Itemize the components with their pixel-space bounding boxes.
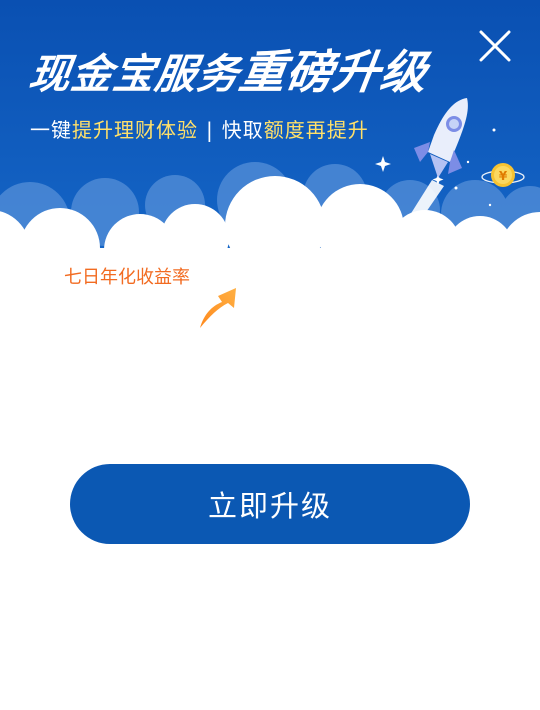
dialog-subtitle: 一键提升理财体验 | 快取额度再提升 (30, 114, 369, 143)
dialog-title: 现金宝服务重磅升级 (25, 36, 432, 102)
subtitle-prefix: 一键 (30, 118, 72, 142)
yuan-coin-icon: ¥ (481, 163, 525, 187)
upgrade-dialog: ¥ 现金宝服务重磅升级 一键提升理财体验 | 快取额度再提升 七日年化收益率 立即升… (0, 0, 540, 710)
seven-day-yield-label: 七日年化收益率 (64, 267, 190, 288)
svg-text:¥: ¥ (499, 169, 508, 183)
rocket-icon (410, 98, 468, 218)
arrow-up-icon (200, 288, 236, 328)
upgrade-now-button[interactable]: 立即升级 (70, 464, 470, 544)
title-part-2: 重磅升级 (235, 45, 432, 99)
subtitle-highlight-2: 额度再提升 (263, 118, 369, 142)
title-part-1: 现金宝服务 (25, 50, 243, 98)
subtitle-highlight-1: 提升理财体验 (72, 118, 198, 142)
subtitle-separator: | (206, 118, 214, 142)
close-icon (479, 30, 511, 62)
close-button[interactable] (475, 26, 515, 66)
subtitle-middle: 快取 (221, 118, 264, 142)
